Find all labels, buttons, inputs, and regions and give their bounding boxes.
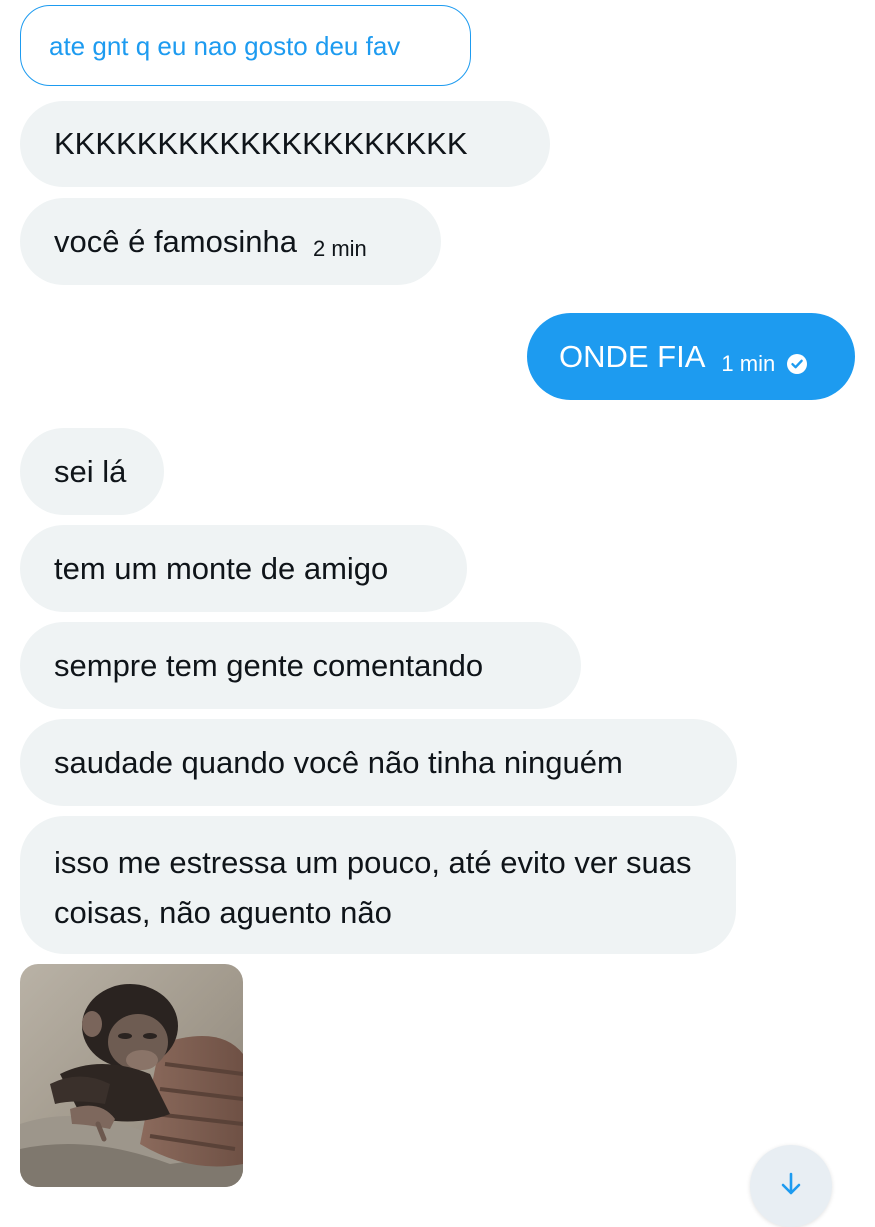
message-text: ONDE FIA (559, 338, 706, 374)
message-text: KKKKKKKKKKKKKKKKKKKK (54, 126, 468, 161)
outgoing-message[interactable]: ONDE FIA 1 min (527, 313, 855, 400)
quoted-message-text: ate gnt q eu nao gosto deu fav (49, 30, 401, 61)
message-text: você é famosinha (54, 223, 297, 259)
chimpanzee-gif-image[interactable] (20, 964, 243, 1187)
scroll-to-bottom-button[interactable] (750, 1145, 832, 1227)
message-text: sei lá (54, 453, 127, 489)
incoming-message[interactable]: tem um monte de amigo (20, 525, 467, 612)
message-timestamp: 1 min (721, 350, 776, 376)
incoming-message[interactable]: saudade quando você não tinha ninguém (20, 719, 737, 806)
arrow-down-icon (778, 1171, 804, 1202)
message-text: sempre tem gente comentando (54, 647, 484, 683)
read-check-icon (787, 353, 808, 374)
message-text: tem um monte de amigo (54, 550, 389, 586)
incoming-message[interactable]: isso me estressa um pouco, até evito ver… (20, 816, 736, 954)
incoming-message[interactable]: você é famosinha 2 min (20, 198, 441, 285)
incoming-message[interactable]: sei lá (20, 428, 164, 515)
message-text: isso me estressa um pouco, até evito ver… (54, 845, 692, 930)
message-timestamp: 2 min (312, 235, 367, 261)
incoming-message[interactable]: KKKKKKKKKKKKKKKKKKKK (20, 101, 550, 187)
message-text: saudade quando você não tinha ninguém (54, 744, 623, 780)
quoted-message[interactable]: ate gnt q eu nao gosto deu fav (20, 5, 471, 86)
incoming-message[interactable]: sempre tem gente comentando (20, 622, 581, 709)
